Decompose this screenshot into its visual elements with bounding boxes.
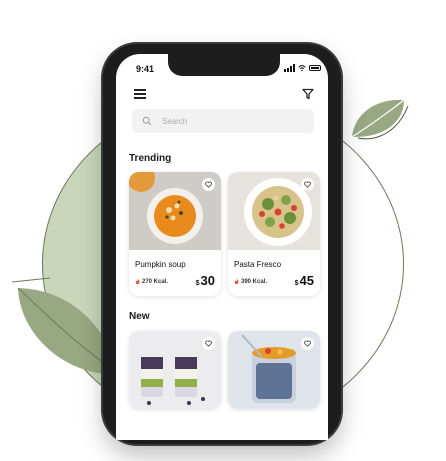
food-card-chia-jar[interactable]	[228, 331, 320, 409]
leaf-right-decoration	[351, 99, 409, 140]
signal-icon	[284, 64, 295, 72]
heart-icon	[304, 181, 311, 188]
wifi-icon	[298, 65, 306, 72]
fire-icon	[234, 278, 239, 285]
price-amount: 30	[200, 273, 215, 288]
heart-icon	[205, 340, 212, 347]
favorite-button[interactable]	[301, 337, 314, 350]
food-price: $ 30	[196, 273, 215, 288]
food-name: Pasta Fresco	[234, 260, 282, 269]
search-input[interactable]	[160, 115, 304, 127]
food-name: Pumpkin soup	[135, 260, 186, 269]
heart-icon	[205, 181, 212, 188]
status-time: 9:41	[136, 64, 155, 74]
phone-notch	[168, 54, 280, 76]
calorie-info: 390 Kcal.	[234, 278, 267, 285]
currency-symbol: $	[294, 280, 299, 287]
favorite-button[interactable]	[202, 178, 215, 191]
food-card-pumpkin-soup[interactable]: Pumpkin soup 270 Kcal. $ 30	[129, 172, 221, 296]
new-heading: New	[129, 311, 150, 322]
favorite-button[interactable]	[301, 178, 314, 191]
search-icon	[142, 116, 152, 126]
fire-icon	[135, 278, 140, 285]
calorie-info: 270 Kcal.	[135, 278, 168, 285]
favorite-button[interactable]	[202, 337, 215, 350]
calorie-value: 270 Kcal.	[142, 278, 169, 285]
heart-icon	[304, 340, 311, 347]
status-icons	[284, 64, 321, 72]
trending-heading: Trending	[129, 153, 172, 164]
food-card-parfait[interactable]	[129, 331, 221, 409]
filter-funnel-icon[interactable]	[302, 88, 314, 100]
currency-symbol: $	[195, 280, 200, 287]
price-amount: 45	[299, 273, 314, 288]
battery-icon	[309, 65, 321, 71]
food-price: $ 45	[295, 273, 314, 288]
search-bar[interactable]	[132, 109, 314, 133]
calorie-value: 390 Kcal.	[241, 278, 268, 285]
hamburger-menu-icon[interactable]	[134, 89, 146, 99]
food-card-pasta-fresco[interactable]: Pasta Fresco 390 Kcal. $ 45	[228, 172, 320, 296]
